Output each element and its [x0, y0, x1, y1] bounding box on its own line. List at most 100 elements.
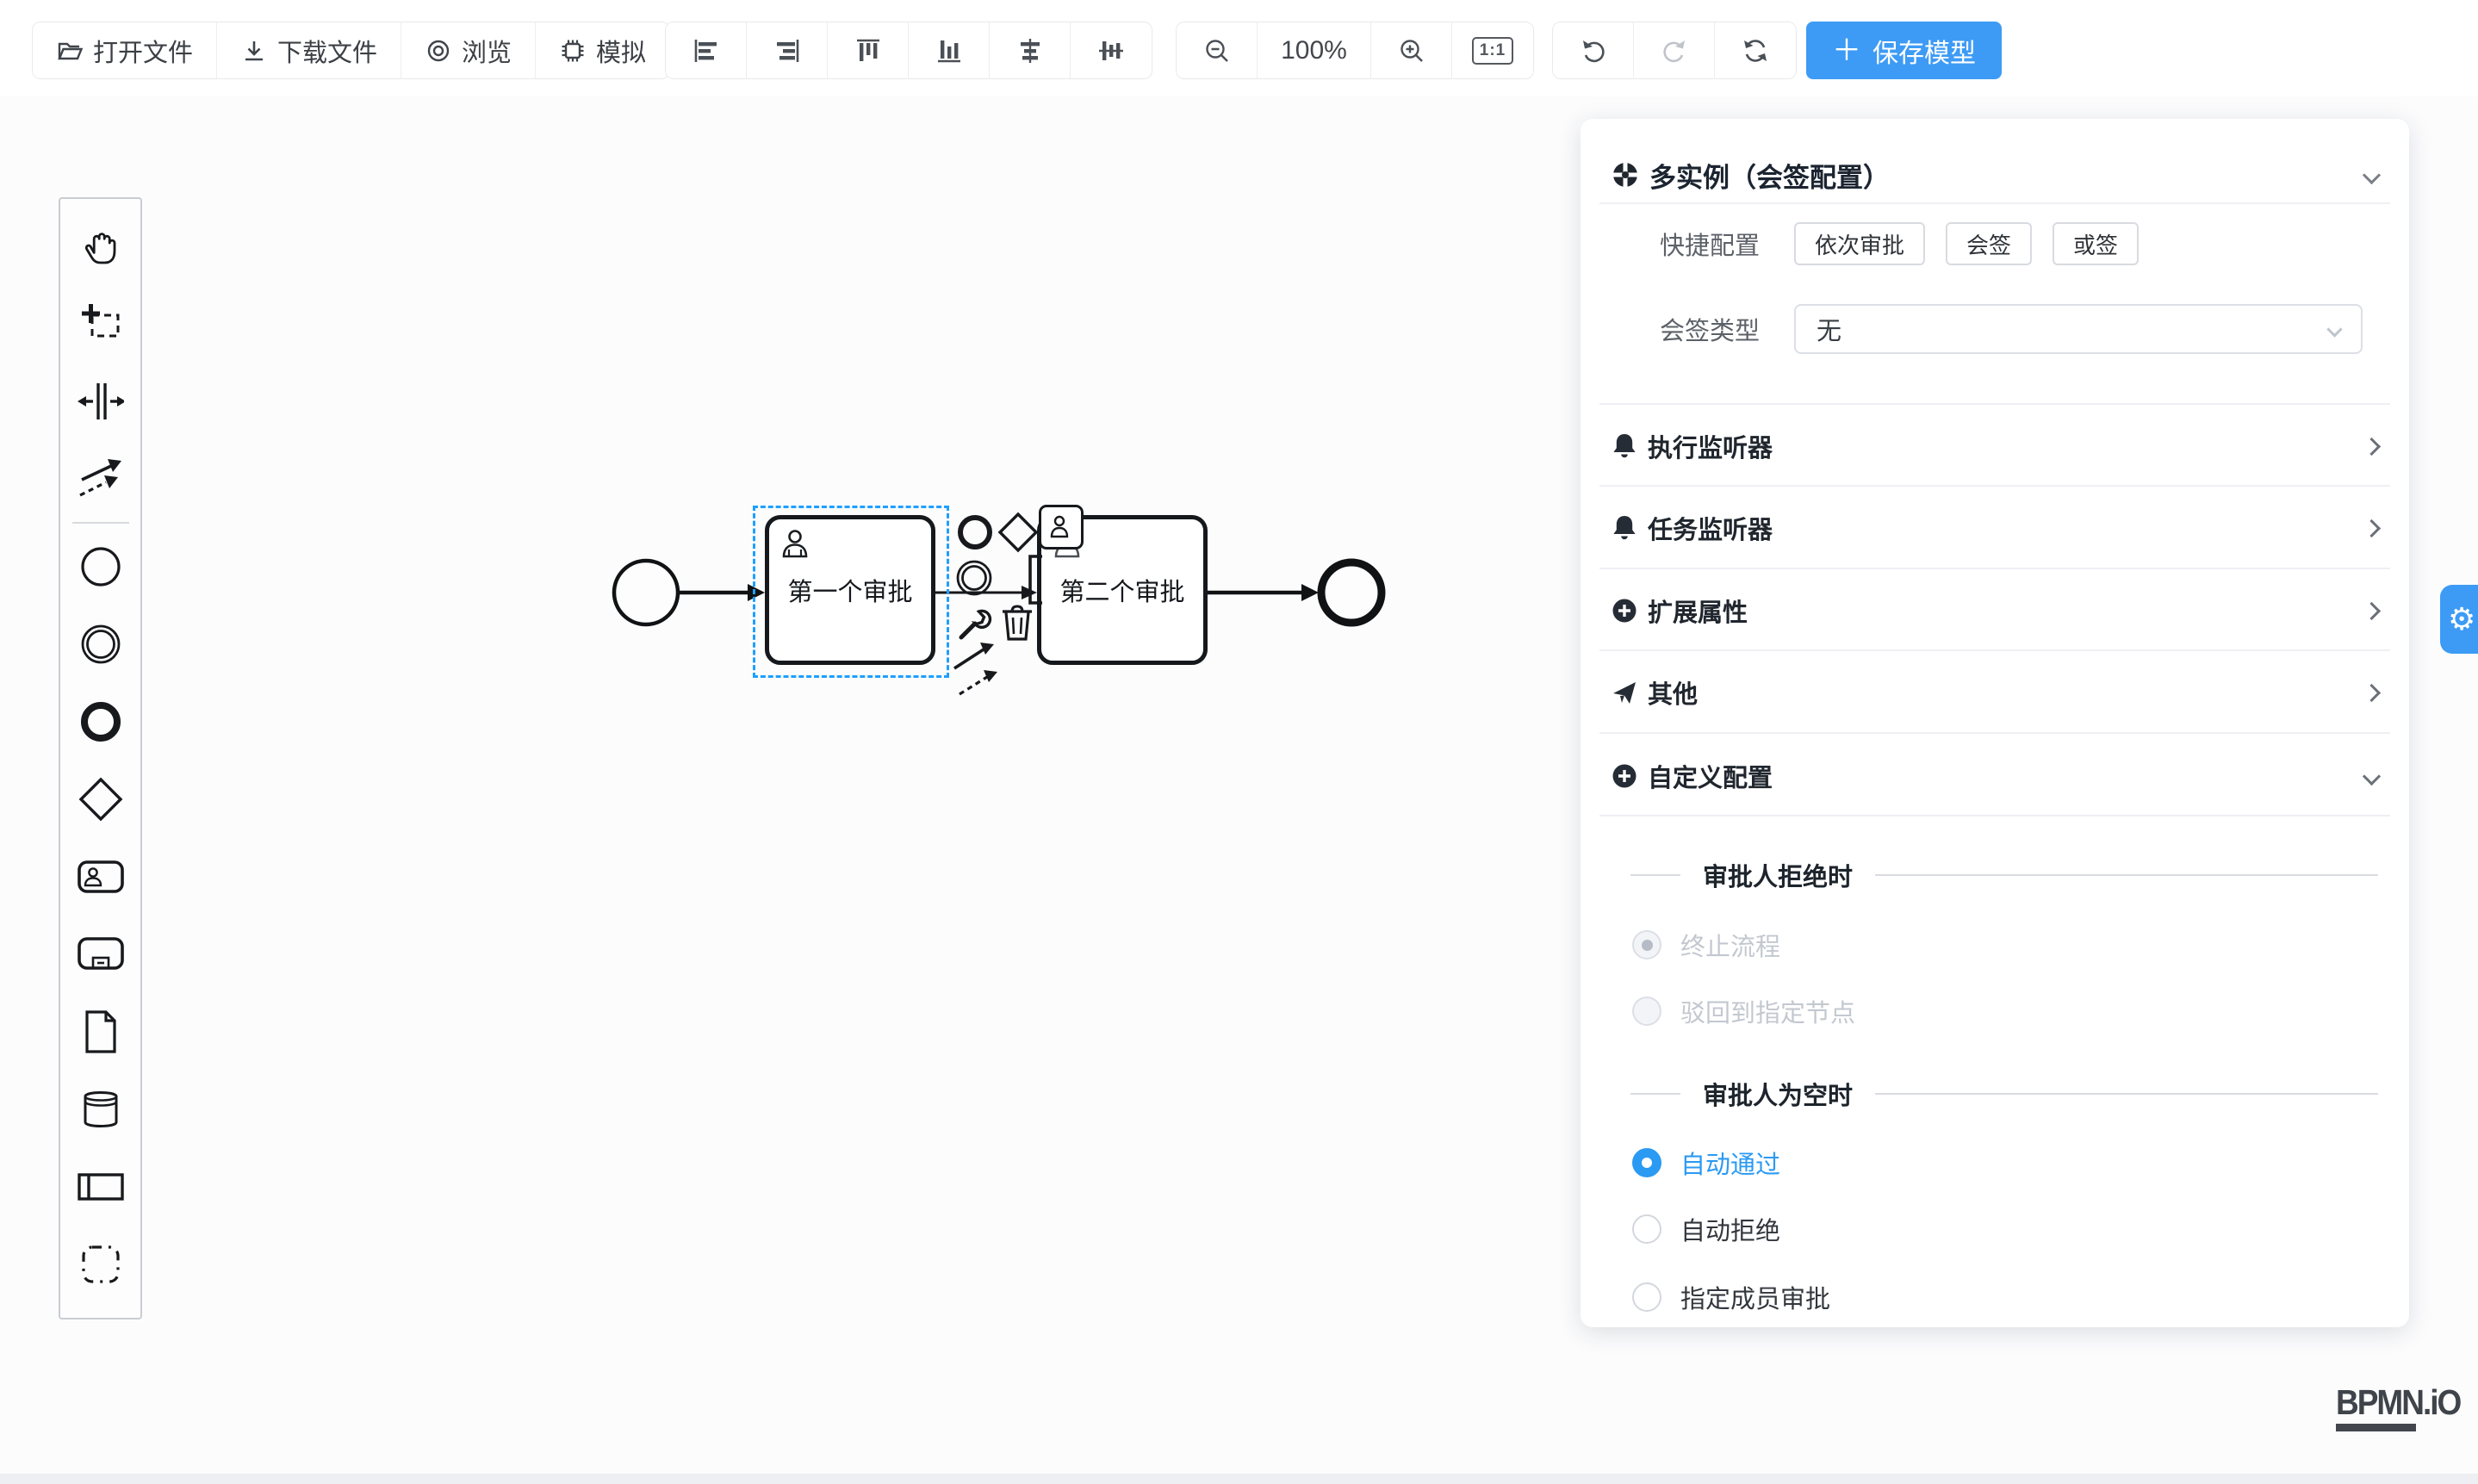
history-button-group [1552, 22, 1797, 79]
align-right-button[interactable] [747, 22, 828, 78]
append-gateway-icon[interactable] [996, 510, 1040, 555]
align-bottom-icon [935, 36, 964, 65]
empty-group-title: 审批人为空时 [1703, 1076, 1853, 1112]
sync-button[interactable] [1715, 22, 1796, 78]
start-event-shape [614, 561, 678, 624]
zoom-in-button[interactable] [1371, 22, 1452, 78]
radio-icon [1632, 997, 1661, 1026]
align-bottom-button[interactable] [909, 22, 990, 78]
palette-end-event[interactable] [60, 683, 140, 761]
text-annotation-icon[interactable] [1023, 553, 1046, 606]
align-top-icon [854, 36, 883, 65]
radio-icon [1632, 1282, 1661, 1312]
palette-intermediate-event[interactable] [60, 605, 140, 683]
palette-participant[interactable] [60, 1148, 140, 1226]
align-center-vertical-button[interactable] [1071, 22, 1152, 78]
radio-return-to-node[interactable]: 驳回到指定节点 [1612, 992, 2378, 1030]
task-first-approval[interactable]: 第一个审批 [765, 515, 935, 665]
align-center-vertical-icon [1096, 36, 1126, 65]
radio-assign-member[interactable]: 指定成员审批 [1612, 1278, 2378, 1316]
redo-icon [1660, 36, 1689, 65]
zoom-out-button[interactable] [1177, 22, 1258, 78]
end-event-icon [78, 699, 124, 745]
palette-group[interactable] [60, 1226, 140, 1303]
save-model-label: 保存模型 [1872, 32, 1976, 70]
section-task-listener[interactable]: 任务监听器 [1612, 500, 2378, 556]
association-arrow-icon[interactable] [956, 665, 1003, 699]
top-toolbar: 打开文件 下载文件 浏览 模拟 [0, 0, 2478, 96]
preview-button[interactable]: 浏览 [401, 22, 536, 78]
file-button-group: 打开文件 下载文件 浏览 模拟 [32, 22, 670, 79]
sync-icon [1741, 36, 1770, 65]
align-center-horizontal-button[interactable] [990, 22, 1071, 78]
download-icon [240, 37, 268, 65]
radio-auto-reject[interactable]: 自动拒绝 [1612, 1210, 2378, 1248]
group-icon [78, 1242, 123, 1287]
settings-tab[interactable]: ⚙ [2440, 585, 2478, 654]
section-custom-config[interactable]: 自定义配置 [1612, 748, 2378, 804]
radio-terminate-process[interactable]: 终止流程 [1612, 926, 2378, 964]
trash-icon[interactable] [997, 601, 1037, 643]
zoom-level-display[interactable]: 100% [1258, 22, 1371, 78]
sign-type-select[interactable]: 无 [1794, 304, 2363, 354]
radio-auto-pass[interactable]: 自动通过 [1612, 1144, 2378, 1182]
or-sign-button[interactable]: 或签 [2053, 222, 2139, 265]
plus-icon: ＋ [1832, 36, 1861, 65]
align-left-button[interactable] [666, 22, 747, 78]
plus-circle-icon [1612, 763, 1637, 789]
one-to-one-icon: 1:1 [1472, 37, 1513, 65]
bottom-edge-strip [0, 1474, 2478, 1484]
divider [1599, 485, 2390, 487]
empty-group-header: 审批人为空时 [1612, 1075, 2378, 1113]
chevron-right-icon [2363, 683, 2381, 701]
undo-icon [1579, 36, 1608, 65]
divider [1599, 815, 2390, 817]
space-tool[interactable] [60, 363, 140, 440]
panel-header[interactable]: 多实例（会签配置） [1612, 145, 2378, 205]
section-execution-listener[interactable]: 执行监听器 [1612, 419, 2378, 474]
palette-data-store[interactable] [60, 1071, 140, 1148]
chevron-down-icon[interactable] [2363, 165, 2381, 183]
sign-type-label: 会签类型 [1612, 311, 1760, 347]
shape-palette [59, 197, 142, 1319]
download-file-button[interactable]: 下载文件 [217, 22, 401, 78]
connect-icon [77, 457, 125, 500]
global-connect-tool[interactable] [60, 440, 140, 518]
palette-gateway[interactable] [60, 761, 140, 838]
palette-start-event[interactable] [60, 528, 140, 605]
simulate-button[interactable]: 模拟 [536, 22, 669, 78]
palette-user-task[interactable] [60, 838, 140, 916]
user-task-icon [76, 858, 126, 896]
lasso-tool[interactable] [60, 285, 140, 363]
wrench-icon[interactable] [954, 603, 994, 643]
section-extended-properties[interactable]: 扩展属性 [1612, 583, 2378, 638]
task-label: 第二个审批 [1059, 572, 1184, 608]
append-intermediate-event-icon[interactable] [953, 556, 996, 599]
countersign-button[interactable]: 会签 [1946, 222, 2032, 265]
append-user-task-icon[interactable] [1039, 505, 1084, 550]
palette-data-object[interactable] [60, 993, 140, 1071]
intermediate-event-icon [78, 621, 124, 667]
sequential-approval-button[interactable]: 依次审批 [1794, 222, 1925, 265]
subprocess-icon [76, 935, 126, 973]
redo-button[interactable] [1634, 22, 1715, 78]
plus-circle-icon [1612, 598, 1637, 624]
quick-config-row: 快捷配置 依次审批 会签 或签 [1612, 218, 2378, 270]
chevron-right-icon [2363, 437, 2381, 455]
lasso-icon [78, 301, 124, 347]
save-model-button[interactable]: ＋ 保存模型 [1806, 22, 2002, 79]
zoom-out-icon [1202, 36, 1232, 65]
undo-button[interactable] [1553, 22, 1634, 78]
palette-subprocess[interactable] [60, 916, 140, 993]
radio-icon [1632, 1148, 1661, 1177]
zoom-reset-button[interactable]: 1:1 [1452, 22, 1533, 78]
append-end-event-icon[interactable] [954, 512, 996, 553]
participant-icon [76, 1170, 126, 1204]
hand-tool[interactable] [60, 208, 140, 285]
start-event-icon [78, 543, 124, 590]
open-file-button[interactable]: 打开文件 [33, 22, 217, 78]
section-other[interactable]: 其他 [1612, 665, 2378, 720]
align-top-button[interactable] [828, 22, 909, 78]
bpmn-io-logo-text: BPMN.iO [2336, 1383, 2460, 1423]
chevron-down-icon [2326, 321, 2342, 337]
